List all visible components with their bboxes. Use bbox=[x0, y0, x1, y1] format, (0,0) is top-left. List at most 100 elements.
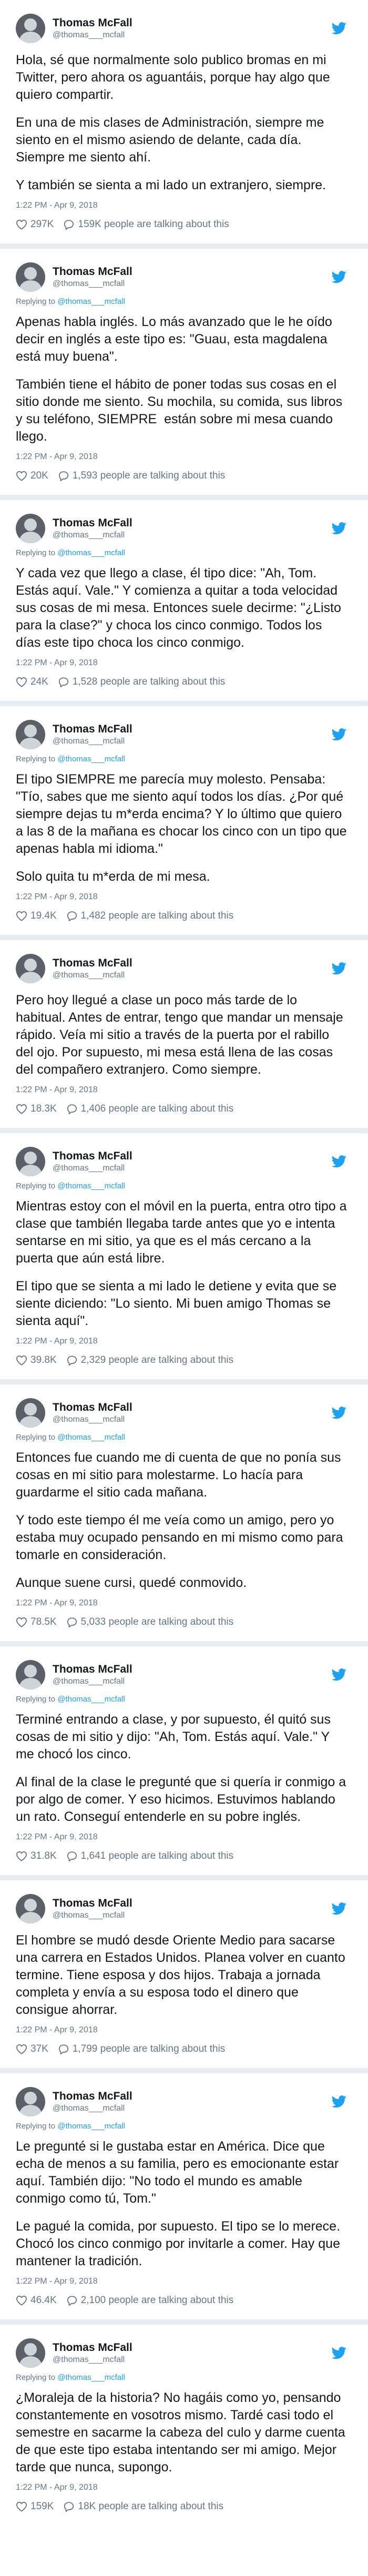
user-info[interactable]: Thomas McFall @thomas___mcfall bbox=[53, 1897, 331, 1921]
user-name[interactable]: Thomas McFall bbox=[53, 1663, 331, 1676]
avatar[interactable] bbox=[16, 2338, 45, 2368]
reply-handle-link[interactable]: @thomas___mcfall bbox=[57, 1182, 125, 1190]
talking-link[interactable]: 1,593 people are talking about this bbox=[58, 470, 225, 482]
avatar[interactable] bbox=[16, 2087, 45, 2116]
like-button[interactable]: 19.4K bbox=[16, 910, 57, 922]
user-info[interactable]: Thomas McFall @thomas___mcfall bbox=[53, 1401, 331, 1425]
user-handle[interactable]: @thomas___mcfall bbox=[53, 1163, 331, 1174]
user-info[interactable]: Thomas McFall @thomas___mcfall bbox=[53, 516, 331, 541]
like-button[interactable]: 24K bbox=[16, 676, 48, 688]
talking-link[interactable]: 2,329 people are talking about this bbox=[66, 1354, 233, 1367]
avatar[interactable] bbox=[16, 1894, 45, 1923]
reply-handle-link[interactable]: @thomas___mcfall bbox=[57, 2373, 125, 2382]
user-name[interactable]: Thomas McFall bbox=[53, 516, 331, 530]
twitter-bird-icon[interactable] bbox=[331, 1155, 347, 1168]
reply-handle-link[interactable]: @thomas___mcfall bbox=[57, 1695, 125, 1704]
tweet-timestamp[interactable]: 1:22 PM - Apr 9, 2018 bbox=[16, 1598, 347, 1608]
tweet-timestamp[interactable]: 1:22 PM - Apr 9, 2018 bbox=[16, 200, 347, 211]
user-name[interactable]: Thomas McFall bbox=[53, 1897, 331, 1910]
talking-link[interactable]: 159K people are talking about this bbox=[63, 218, 229, 231]
user-handle[interactable]: @thomas___mcfall bbox=[53, 30, 331, 40]
user-name[interactable]: Thomas McFall bbox=[53, 956, 331, 970]
twitter-bird-icon[interactable] bbox=[331, 2347, 347, 2359]
user-name[interactable]: Thomas McFall bbox=[53, 2341, 331, 2355]
tweet-timestamp[interactable]: 1:22 PM - Apr 9, 2018 bbox=[16, 658, 347, 668]
user-info[interactable]: Thomas McFall @thomas___mcfall bbox=[53, 16, 331, 40]
twitter-bird-icon[interactable] bbox=[331, 271, 347, 283]
user-name[interactable]: Thomas McFall bbox=[53, 265, 331, 279]
tweet-timestamp[interactable]: 1:22 PM - Apr 9, 2018 bbox=[16, 2025, 347, 2035]
like-button[interactable]: 20K bbox=[16, 470, 48, 482]
like-button[interactable]: 159K bbox=[16, 2500, 54, 2513]
talking-link[interactable]: 1,528 people are talking about this bbox=[58, 676, 225, 688]
avatar[interactable] bbox=[16, 14, 45, 43]
talking-link[interactable]: 5,033 people are talking about this bbox=[66, 1616, 233, 1628]
tweet-timestamp[interactable]: 1:22 PM - Apr 9, 2018 bbox=[16, 1336, 347, 1347]
twitter-bird-icon[interactable] bbox=[331, 522, 347, 535]
talking-link[interactable]: 1,799 people are talking about this bbox=[58, 2043, 225, 2055]
like-button[interactable]: 31.8K bbox=[16, 1850, 57, 1862]
avatar[interactable] bbox=[16, 1660, 45, 1689]
tweet-timestamp[interactable]: 1:22 PM - Apr 9, 2018 bbox=[16, 1085, 347, 1095]
avatar[interactable] bbox=[16, 720, 45, 749]
avatar[interactable] bbox=[16, 1147, 45, 1176]
user-info[interactable]: Thomas McFall @thomas___mcfall bbox=[53, 1149, 331, 1174]
tweet-timestamp[interactable]: 1:22 PM - Apr 9, 2018 bbox=[16, 2276, 347, 2287]
twitter-bird-icon[interactable] bbox=[331, 22, 347, 35]
avatar[interactable] bbox=[16, 1398, 45, 1428]
user-info[interactable]: Thomas McFall @thomas___mcfall bbox=[53, 2090, 331, 2114]
user-handle[interactable]: @thomas___mcfall bbox=[53, 530, 331, 541]
talking-link[interactable]: 1,406 people are talking about this bbox=[66, 1103, 233, 1115]
user-name[interactable]: Thomas McFall bbox=[53, 1149, 331, 1163]
like-button[interactable]: 18.3K bbox=[16, 1103, 57, 1115]
user-handle[interactable]: @thomas___mcfall bbox=[53, 279, 331, 289]
user-name[interactable]: Thomas McFall bbox=[53, 1401, 331, 1414]
avatar[interactable] bbox=[16, 262, 45, 292]
user-handle[interactable]: @thomas___mcfall bbox=[53, 1910, 331, 1921]
talking-link[interactable]: 2,100 people are talking about this bbox=[66, 2294, 233, 2307]
user-info[interactable]: Thomas McFall @thomas___mcfall bbox=[53, 1663, 331, 1687]
avatar[interactable] bbox=[16, 514, 45, 543]
talking-link[interactable]: 1,482 people are talking about this bbox=[66, 910, 233, 922]
user-handle[interactable]: @thomas___mcfall bbox=[53, 2355, 331, 2365]
tweet-timestamp[interactable]: 1:22 PM - Apr 9, 2018 bbox=[16, 2482, 347, 2493]
like-button[interactable]: 39.8K bbox=[16, 1354, 57, 1367]
reply-handle-link[interactable]: @thomas___mcfall bbox=[57, 755, 125, 763]
reply-handle-link[interactable]: @thomas___mcfall bbox=[57, 297, 125, 306]
tweet-timestamp[interactable]: 1:22 PM - Apr 9, 2018 bbox=[16, 452, 347, 462]
reply-line: Replying to @thomas___mcfall bbox=[16, 297, 347, 306]
reply-handle-link[interactable]: @thomas___mcfall bbox=[57, 548, 125, 557]
tweet-timestamp[interactable]: 1:22 PM - Apr 9, 2018 bbox=[16, 1832, 347, 1842]
user-handle[interactable]: @thomas___mcfall bbox=[53, 1414, 331, 1425]
talking-link[interactable]: 18K people are talking about this bbox=[63, 2500, 223, 2513]
user-name[interactable]: Thomas McFall bbox=[53, 16, 331, 30]
user-handle[interactable]: @thomas___mcfall bbox=[53, 2103, 331, 2114]
user-name[interactable]: Thomas McFall bbox=[53, 2090, 331, 2103]
like-button[interactable]: 297K bbox=[16, 218, 54, 231]
talking-link[interactable]: 1,641 people are talking about this bbox=[66, 1850, 233, 1862]
like-button[interactable]: 46.4K bbox=[16, 2294, 57, 2307]
user-handle[interactable]: @thomas___mcfall bbox=[53, 1676, 331, 1687]
twitter-bird-icon[interactable] bbox=[331, 2095, 347, 2108]
like-button[interactable]: 37K bbox=[16, 2043, 48, 2055]
user-info[interactable]: Thomas McFall @thomas___mcfall bbox=[53, 722, 331, 747]
twitter-bird-icon[interactable] bbox=[331, 1902, 347, 1915]
tweet-text: El hombre se mudó desde Oriente Medio pa… bbox=[16, 1932, 347, 2019]
user-handle[interactable]: @thomas___mcfall bbox=[53, 970, 331, 981]
user-info[interactable]: Thomas McFall @thomas___mcfall bbox=[53, 265, 331, 289]
twitter-bird-icon[interactable] bbox=[331, 962, 347, 975]
twitter-bird-icon[interactable] bbox=[331, 1407, 347, 1419]
user-info[interactable]: Thomas McFall @thomas___mcfall bbox=[53, 2341, 331, 2365]
tweet-actions: 297K 159K people are talking about this bbox=[16, 218, 347, 231]
avatar[interactable] bbox=[16, 954, 45, 983]
like-button[interactable]: 78.5K bbox=[16, 1616, 57, 1628]
user-info[interactable]: Thomas McFall @thomas___mcfall bbox=[53, 956, 331, 981]
reply-handle-link[interactable]: @thomas___mcfall bbox=[57, 1433, 125, 1442]
twitter-bird-icon[interactable] bbox=[331, 728, 347, 741]
like-count: 39.8K bbox=[30, 1355, 57, 1366]
user-handle[interactable]: @thomas___mcfall bbox=[53, 736, 331, 747]
reply-handle-link[interactable]: @thomas___mcfall bbox=[57, 2122, 125, 2131]
user-name[interactable]: Thomas McFall bbox=[53, 722, 331, 736]
twitter-bird-icon[interactable] bbox=[331, 1668, 347, 1681]
tweet-timestamp[interactable]: 1:22 PM - Apr 9, 2018 bbox=[16, 892, 347, 902]
